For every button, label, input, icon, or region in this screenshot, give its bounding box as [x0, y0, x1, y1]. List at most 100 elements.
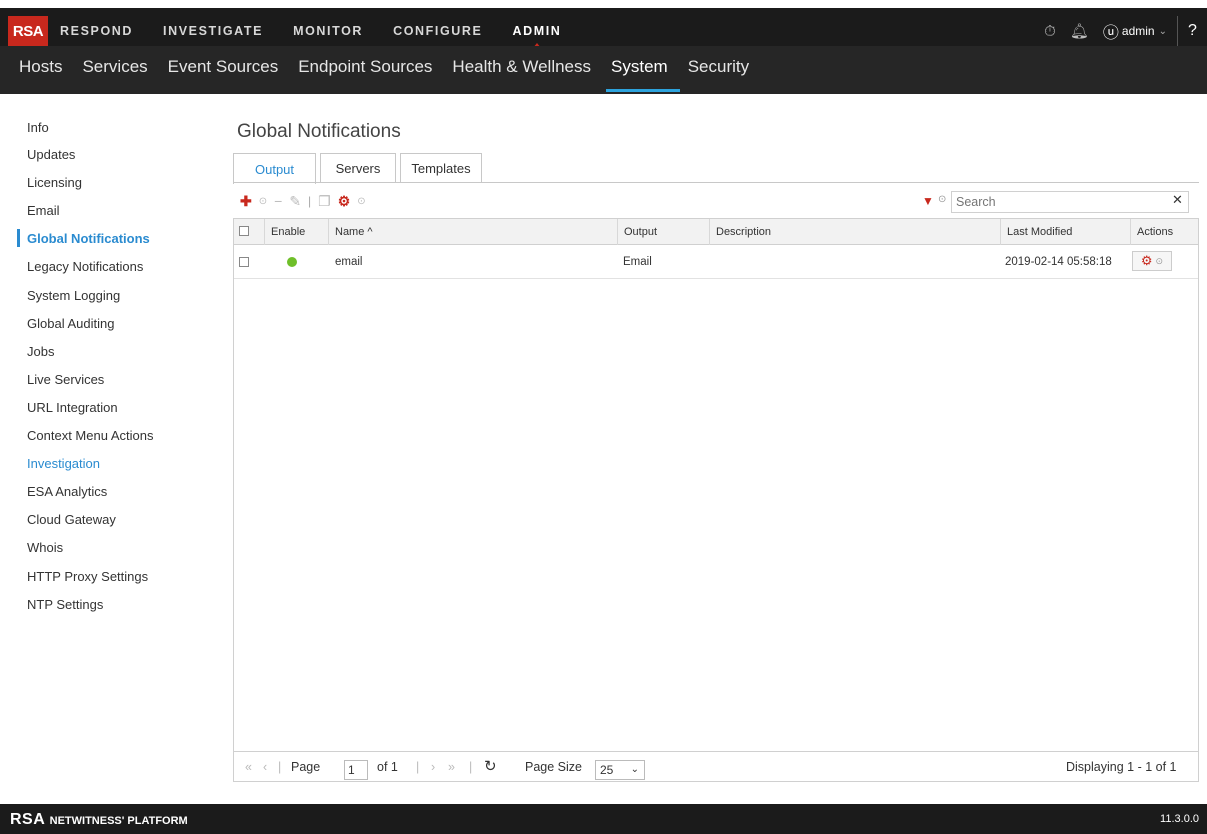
help-icon[interactable]: ?	[1177, 16, 1207, 46]
row-name: email	[335, 256, 363, 268]
enabled-status-dot	[287, 257, 297, 267]
subnav-security[interactable]: Security	[688, 46, 749, 94]
gear-icon[interactable]: ⚙	[338, 193, 351, 210]
sidebar-item-http-proxy-settings[interactable]: HTTP Proxy Settings	[27, 569, 148, 584]
subnav-health-wellness[interactable]: Health & Wellness	[452, 46, 591, 94]
row-gear-icon: ⚙	[1140, 253, 1153, 268]
top-right-controls: ⏱ 🔔︎ ⓤ admin ⌄ ?	[1044, 16, 1207, 46]
edit-icon[interactable]: ✎	[289, 193, 301, 210]
sub-nav: Hosts Services Event Sources Endpoint So…	[0, 46, 1207, 94]
nav-monitor[interactable]: MONITOR	[293, 24, 363, 38]
column-enable[interactable]: Enable	[264, 219, 324, 245]
stopwatch-icon[interactable]: ⏱	[1044, 23, 1056, 40]
nav-respond[interactable]: RESPOND	[60, 24, 133, 38]
page-of-label: of 1	[377, 760, 398, 774]
last-page-icon[interactable]: »	[448, 760, 455, 774]
sidebar-item-licensing[interactable]: Licensing	[27, 175, 82, 190]
chevron-down-icon: ⌄	[1158, 25, 1167, 37]
sidebar-item-live-services[interactable]: Live Services	[27, 372, 104, 387]
sidebar-item-url-integration[interactable]: URL Integration	[27, 400, 118, 415]
sidebar-item-investigation[interactable]: Investigation	[27, 456, 100, 471]
subnav-system[interactable]: System	[606, 46, 680, 94]
page-number-input[interactable]: 1	[344, 760, 368, 780]
version-label: 11.3.0.0	[1160, 813, 1199, 825]
sidebar-item-updates[interactable]: Updates	[27, 147, 75, 162]
pager-separator: |	[469, 760, 473, 774]
clear-search-icon[interactable]: ✕	[1172, 192, 1183, 208]
footer-rsa-mark: RSA	[10, 811, 45, 828]
sidebar-item-jobs[interactable]: Jobs	[27, 344, 54, 359]
pager: « ‹ | Page of 1 | › » | ↻ Page Size Disp…	[233, 751, 1199, 782]
tab-templates[interactable]: Templates	[400, 153, 482, 183]
sidebar-item-legacy-notifications[interactable]: Legacy Notifications	[27, 259, 143, 274]
footer: RSA NETWITNESS' PLATFORM 11.3.0.0	[0, 804, 1207, 834]
subnav-hosts[interactable]: Hosts	[19, 46, 62, 94]
select-all-checkbox[interactable]	[239, 226, 249, 236]
user-name: admin	[1121, 24, 1155, 38]
sidebar: Info Updates Licensing Email Global Noti…	[8, 102, 176, 802]
nav-investigate[interactable]: INVESTIGATE	[163, 24, 263, 38]
pager-separator: |	[416, 760, 420, 774]
tab-output[interactable]: Output	[233, 153, 316, 184]
notifications-grid: Enable Name ^ Output Description Last Mo…	[233, 218, 1199, 782]
filter-dropdown-icon[interactable]: ⊙	[938, 194, 946, 205]
refresh-icon[interactable]: ↻	[484, 757, 497, 775]
prev-page-icon[interactable]: ‹	[263, 760, 267, 774]
filter-icon[interactable]: ▼	[922, 194, 934, 208]
footer-logo: RSA NETWITNESS' PLATFORM	[10, 811, 188, 829]
rsa-logo[interactable]: RSA	[8, 16, 48, 46]
column-output[interactable]: Output	[617, 219, 709, 245]
nav-configure[interactable]: CONFIGURE	[393, 24, 482, 38]
page-size-select[interactable]: 25 ⌄	[595, 760, 645, 780]
grid-toolbar: ✚ ⊙ − ✎ | ❐ ⚙ ⊙	[240, 190, 373, 212]
bell-icon[interactable]: 🔔︎	[1070, 22, 1089, 40]
column-name[interactable]: Name ^	[328, 219, 613, 245]
row-output: Email	[623, 256, 652, 268]
toolbar-separator: |	[308, 194, 312, 208]
add-dropdown-icon[interactable]: ⊙	[259, 196, 267, 207]
sidebar-item-esa-analytics[interactable]: ESA Analytics	[27, 484, 107, 499]
row-actions-button[interactable]: ⚙ ⊙	[1132, 251, 1172, 271]
page-size-label: Page Size	[525, 760, 582, 774]
sidebar-item-whois[interactable]: Whois	[27, 540, 63, 555]
user-icon: ⓤ	[1102, 25, 1119, 42]
top-nav: RESPOND INVESTIGATE MONITOR CONFIGURE AD…	[60, 16, 591, 48]
grid-header: Enable Name ^ Output Description Last Mo…	[234, 219, 1198, 245]
first-page-icon[interactable]: «	[245, 760, 252, 774]
next-page-icon[interactable]: ›	[431, 760, 435, 774]
user-menu[interactable]: ⓤ admin ⌄	[1103, 19, 1167, 43]
sidebar-item-ntp-settings[interactable]: NTP Settings	[27, 597, 103, 612]
sidebar-item-info[interactable]: Info	[27, 120, 49, 135]
table-row[interactable]: email Email 2019-02-14 05:58:18	[234, 246, 1198, 279]
search-input[interactable]	[951, 191, 1189, 213]
column-actions: Actions	[1130, 219, 1198, 245]
subnav-event-sources[interactable]: Event Sources	[168, 46, 279, 94]
chevron-down-icon: ⌄	[630, 764, 639, 775]
delete-icon[interactable]: −	[274, 193, 282, 209]
row-last-modified: 2019-02-14 05:58:18	[1005, 256, 1112, 268]
pager-separator: |	[278, 760, 282, 774]
displaying-count: Displaying 1 - 1 of 1	[1066, 760, 1177, 774]
gear-dropdown-icon[interactable]: ⊙	[357, 196, 365, 207]
sidebar-item-email[interactable]: Email	[27, 203, 60, 218]
tab-servers[interactable]: Servers	[320, 153, 396, 183]
sidebar-item-context-menu-actions[interactable]: Context Menu Actions	[27, 428, 153, 443]
nav-admin[interactable]: ADMIN	[512, 24, 561, 48]
footer-product: NETWITNESS' PLATFORM	[49, 815, 188, 827]
column-description[interactable]: Description	[709, 219, 1000, 245]
page-title: Global Notifications	[237, 121, 401, 142]
row-checkbox[interactable]	[239, 257, 249, 267]
subnav-endpoint-sources[interactable]: Endpoint Sources	[298, 46, 432, 94]
sidebar-item-cloud-gateway[interactable]: Cloud Gateway	[27, 512, 116, 527]
clone-icon[interactable]: ❐	[318, 193, 331, 210]
add-icon[interactable]: ✚	[240, 193, 252, 210]
sidebar-item-global-notifications[interactable]: Global Notifications	[17, 229, 150, 247]
page-size-value: 25	[600, 763, 614, 777]
sidebar-item-system-logging[interactable]: System Logging	[27, 288, 120, 303]
tab-divider	[233, 182, 1199, 183]
page-label: Page	[291, 760, 321, 774]
row-actions-dropdown-icon: ⊙	[1155, 255, 1164, 266]
sidebar-item-global-auditing[interactable]: Global Auditing	[27, 316, 114, 331]
subnav-services[interactable]: Services	[82, 46, 147, 94]
column-last-modified[interactable]: Last Modified	[1000, 219, 1130, 245]
